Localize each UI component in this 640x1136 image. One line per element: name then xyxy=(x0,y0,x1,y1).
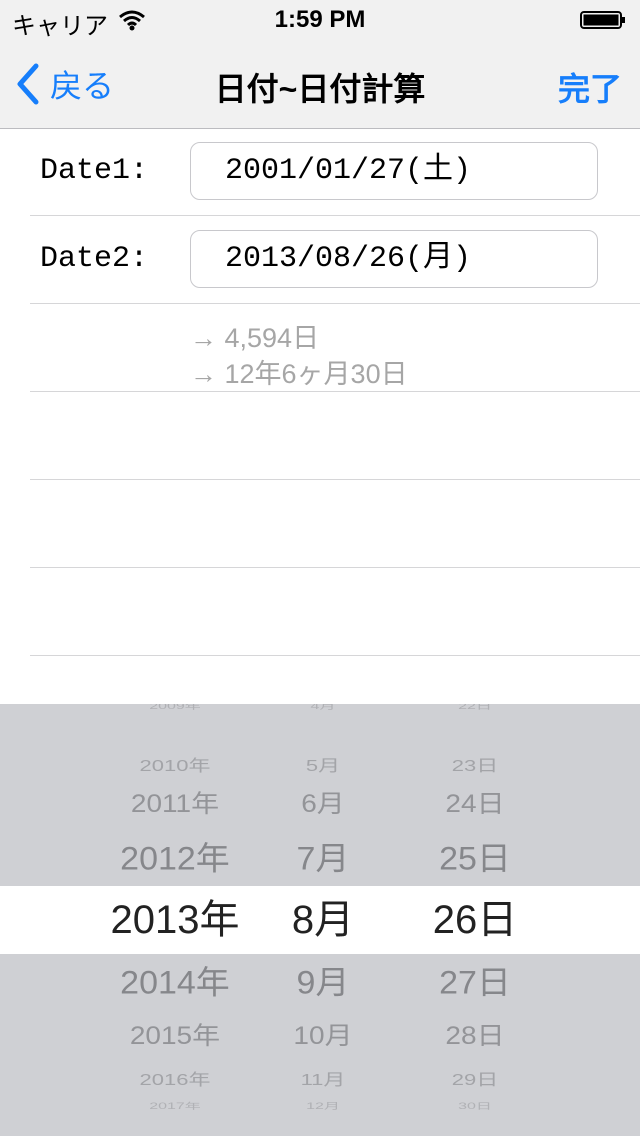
picker-day-item[interactable]: 27日 xyxy=(410,961,540,1005)
picker-month-item[interactable]: 4月 xyxy=(268,704,378,713)
picker-day-item[interactable]: 23日 xyxy=(410,754,540,777)
status-time: 1:59 PM xyxy=(274,6,366,33)
date-picker[interactable]: 2009年 2010年 2011年 2012年 2013年 2014年 2015年 2016年… xyxy=(0,704,640,1136)
picker-year-item[interactable]: 2014年 xyxy=(90,961,260,1005)
picker-year-item[interactable]: 2010年 xyxy=(90,754,260,777)
date2-label: Date2: xyxy=(40,242,149,276)
picker-month-column[interactable]: 4月 5月 6月 7月 8月 9月 10月 11月 12月 xyxy=(268,704,378,1136)
picker-year-item[interactable]: 2016年 xyxy=(90,1068,260,1091)
result-ymd: → 12年6ヶ月30日 xyxy=(190,359,408,389)
page-title: 日付~日付計算 xyxy=(214,71,426,107)
date1-label: Date1: xyxy=(40,154,149,188)
picker-month-item[interactable]: 5月 xyxy=(268,754,378,777)
result-row: → 4,594日 → 12年6ヶ月30日 xyxy=(30,304,640,392)
date1-field[interactable]: 2001/01/27(土) xyxy=(190,142,598,200)
picker-day-item[interactable]: 26日 xyxy=(410,892,540,948)
picker-month-item[interactable]: 12月 xyxy=(268,1101,378,1113)
empty-row xyxy=(30,568,640,656)
picker-month-item[interactable]: 8月 xyxy=(268,892,378,948)
status-bar: キャリア 1:59 PM xyxy=(0,0,640,40)
picker-day-column[interactable]: 22日 23日 24日 25日 26日 27日 28日 29日 30日 xyxy=(410,704,540,1136)
picker-year-item[interactable]: 2011年 xyxy=(90,786,260,821)
navigation-bar: 戻る 日付~日付計算 完了 xyxy=(0,40,640,129)
empty-row xyxy=(30,392,640,480)
picker-day-item[interactable]: 24日 xyxy=(410,786,540,821)
result-days: → 4,594日 xyxy=(190,323,320,353)
picker-month-item[interactable]: 6月 xyxy=(268,786,378,821)
done-button[interactable]: 完了 xyxy=(558,64,622,110)
picker-day-item[interactable]: 29日 xyxy=(410,1068,540,1091)
picker-day-item[interactable]: 28日 xyxy=(410,1018,540,1053)
picker-day-item[interactable]: 22日 xyxy=(410,704,540,713)
battery-icon xyxy=(580,11,625,29)
picker-year-item[interactable]: 2012年 xyxy=(90,837,260,881)
picker-year-column[interactable]: 2009年 2010年 2011年 2012年 2013年 2014年 2015年 2016年… xyxy=(90,704,260,1136)
picker-month-item[interactable]: 11月 xyxy=(268,1068,378,1091)
picker-day-item[interactable]: 30日 xyxy=(410,1101,540,1113)
picker-day-item[interactable]: 25日 xyxy=(410,837,540,881)
date2-row: Date2: 2013/08/26(月) xyxy=(30,216,640,304)
date2-field[interactable]: 2013/08/26(月) xyxy=(190,230,598,288)
date1-row: Date1: 2001/01/27(土) xyxy=(30,128,640,216)
picker-year-item[interactable]: 2013年 xyxy=(90,892,260,948)
picker-year-item[interactable]: 2017年 xyxy=(90,1101,260,1113)
picker-month-item[interactable]: 7月 xyxy=(268,837,378,881)
empty-row xyxy=(30,480,640,568)
picker-year-item[interactable]: 2009年 xyxy=(90,704,260,713)
picker-month-item[interactable]: 9月 xyxy=(268,961,378,1005)
picker-year-item[interactable]: 2015年 xyxy=(90,1018,260,1053)
picker-month-item[interactable]: 10月 xyxy=(268,1018,378,1053)
